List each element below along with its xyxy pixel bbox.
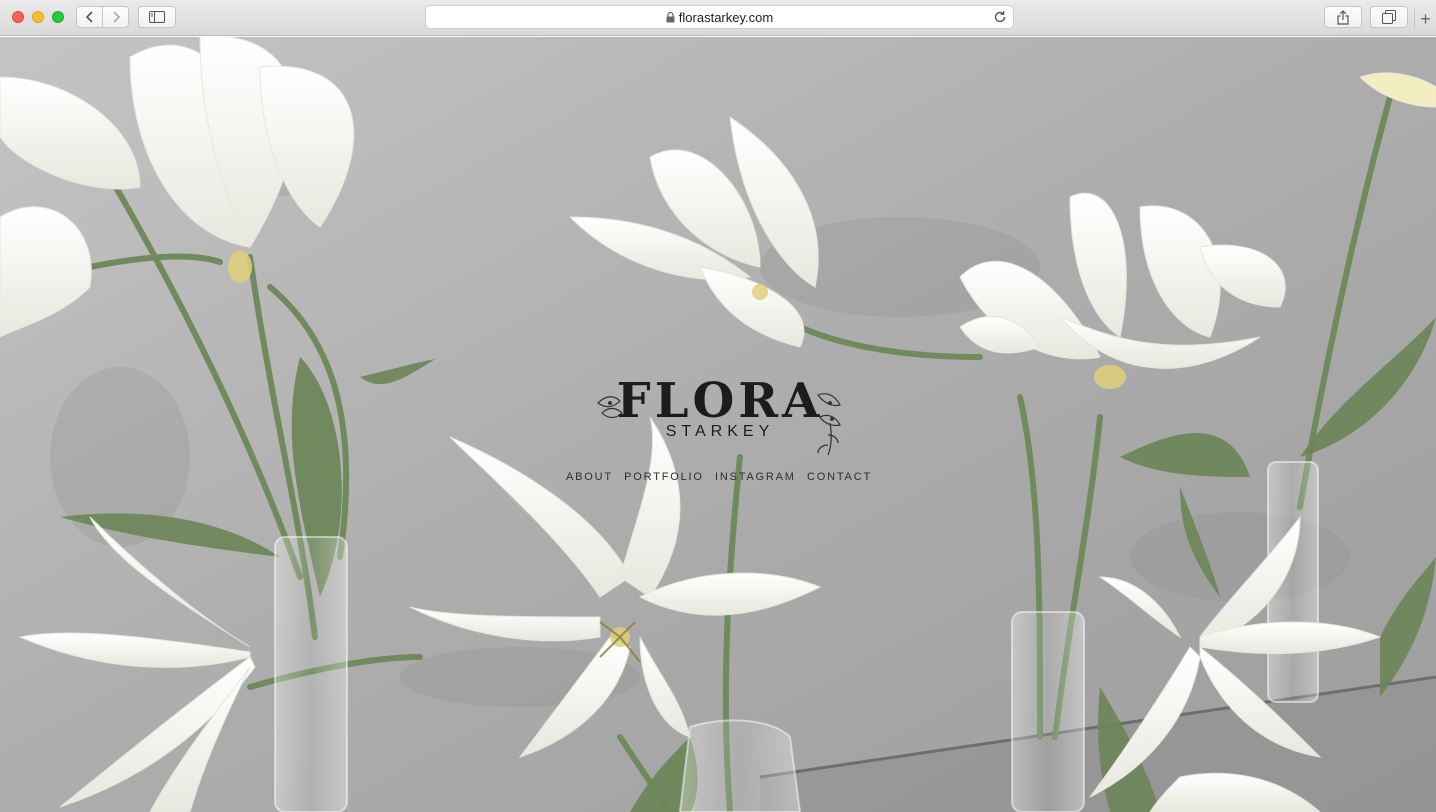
minimize-window-button[interactable] xyxy=(32,11,44,23)
show-tabs-button[interactable] xyxy=(1370,6,1408,28)
lock-icon xyxy=(666,11,675,22)
zoom-window-button[interactable] xyxy=(52,11,64,23)
nav-link-instagram[interactable]: INSTAGRAM xyxy=(715,471,796,485)
back-button[interactable] xyxy=(77,7,102,27)
forward-button[interactable] xyxy=(102,7,128,27)
url-text: florastarkey.com xyxy=(678,9,774,25)
hero-section: FLORA STARKEY ABOUT PORTFOLIO INSTAGRAM … xyxy=(0,37,1436,812)
nav-link-about[interactable]: ABOUT xyxy=(566,471,613,485)
site-logo[interactable]: FLORA STARKEY xyxy=(596,373,844,457)
history-navigation xyxy=(76,6,129,28)
plus-icon: + xyxy=(1420,8,1431,29)
chevron-right-icon xyxy=(113,11,120,23)
sidebar-icon xyxy=(149,11,165,23)
sidebar-button[interactable] xyxy=(138,6,176,28)
address-bar[interactable]: florastarkey.com xyxy=(425,5,1014,29)
brand-tagline: STARKEY xyxy=(665,423,775,440)
reload-icon[interactable] xyxy=(993,10,1007,24)
close-window-button[interactable] xyxy=(12,11,24,23)
share-button[interactable] xyxy=(1324,6,1362,28)
tabs-icon xyxy=(1382,10,1396,24)
main-navigation: ABOUT PORTFOLIO INSTAGRAM CONTACT xyxy=(566,471,872,485)
new-tab-button[interactable]: + xyxy=(1414,8,1436,30)
nav-link-contact[interactable]: CONTACT xyxy=(807,471,872,485)
brand-name: FLORA xyxy=(616,373,824,429)
share-icon xyxy=(1337,9,1349,25)
chevron-left-icon xyxy=(85,11,93,23)
nav-link-portfolio[interactable]: PORTFOLIO xyxy=(624,471,704,485)
browser-toolbar: florastarkey.com + xyxy=(0,0,1436,36)
